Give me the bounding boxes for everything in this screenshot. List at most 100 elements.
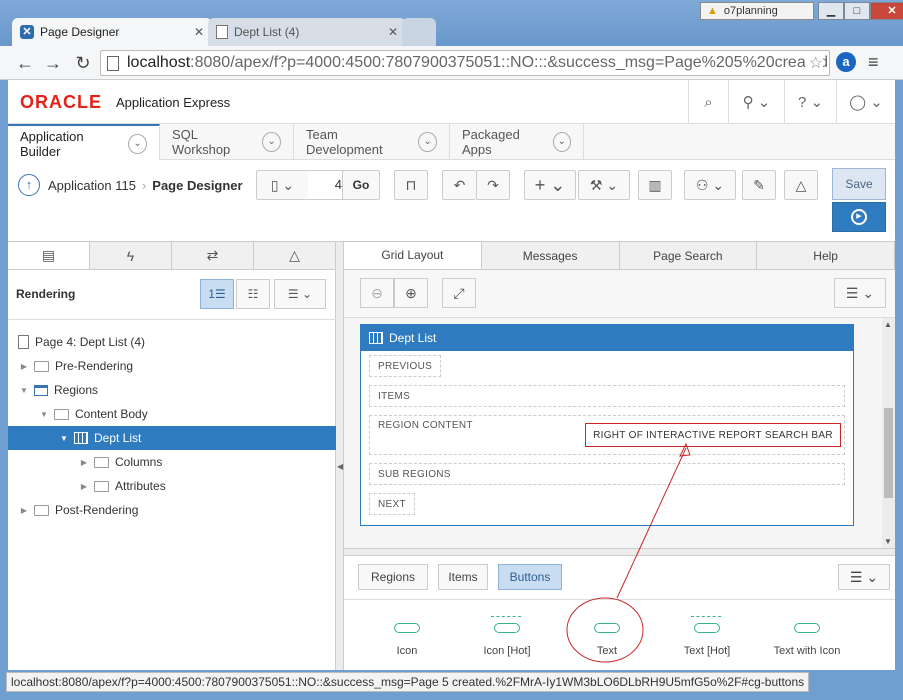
vertical-splitter[interactable]: ◀ — [336, 242, 344, 670]
tree-node-content-body[interactable]: ▼ Content Body — [8, 402, 336, 426]
minimize-button[interactable]: ▁ — [818, 2, 844, 20]
chevron-down-icon[interactable]: ▼ — [58, 434, 70, 443]
tab-rendering[interactable]: ▤ — [8, 242, 90, 269]
page-finder-button[interactable]: ▯ ⌄ — [256, 170, 308, 200]
tree-menu-button[interactable]: ☰ ⌄ — [274, 279, 326, 309]
extension-icon[interactable]: a — [836, 52, 856, 72]
run-page-button[interactable]: ▶ — [832, 202, 886, 232]
shared-components-icon[interactable]: △ — [784, 170, 818, 200]
breadcrumb-application[interactable]: Application 115 — [48, 178, 136, 193]
zoom-in-icon[interactable]: ⊕ — [394, 278, 428, 308]
comments-icon[interactable]: ✎ — [742, 170, 776, 200]
gallery-tab-regions[interactable]: Regions — [358, 564, 428, 590]
horizontal-splitter[interactable] — [344, 548, 895, 556]
user-menu-button[interactable]: ◯ ⌄ — [836, 80, 895, 124]
chevron-down-icon[interactable]: ▼ — [18, 386, 30, 395]
team-dev-button[interactable]: ⚇ ⌄ — [684, 170, 736, 200]
administration-menu-button[interactable]: ⚲ ⌄ — [728, 80, 784, 124]
breadcrumb: ↑ Application 115 › Page Designer — [18, 174, 243, 196]
browser-tab-page-designer[interactable]: ✕ Page Designer ✕ — [12, 18, 212, 46]
tree-node-page[interactable]: Page 4: Dept List (4) — [8, 330, 336, 354]
window-user-badge[interactable]: ▲ o7planning — [700, 2, 814, 20]
arrow-up-icon[interactable]: ↑ — [18, 174, 40, 196]
chevron-right-icon[interactable]: ▶ — [78, 482, 90, 491]
position-sub-regions[interactable]: SUB REGIONS — [369, 463, 845, 485]
forward-arrow-icon[interactable]: → — [42, 52, 64, 74]
redo-icon[interactable]: ↷ — [476, 170, 510, 200]
position-items[interactable]: ITEMS — [369, 385, 845, 407]
tab-sql-workshop[interactable]: SQL Workshop ⌄ — [160, 124, 294, 160]
chevron-right-icon[interactable]: ▶ — [18, 362, 30, 371]
scroll-down-icon[interactable]: ▼ — [884, 537, 892, 546]
tab-application-builder[interactable]: Application Builder ⌄ — [8, 124, 160, 161]
region-dept-list[interactable]: Dept List PREVIOUS ITEMS REGION CONTENT … — [360, 324, 854, 526]
zoom-out-icon[interactable]: ⊖ — [360, 278, 394, 308]
chevron-down-icon[interactable]: ▼ — [38, 410, 50, 419]
tree-node-columns[interactable]: ▶ Columns — [8, 450, 336, 474]
search-icon[interactable]: ⌕ — [688, 80, 728, 124]
chevron-down-icon[interactable]: ⌄ — [418, 132, 437, 152]
gallery-tab-buttons[interactable]: Buttons — [498, 564, 562, 590]
tree-node-attributes[interactable]: ▶ Attributes — [8, 474, 336, 498]
tree-node-pre-rendering[interactable]: ▶ Pre-Rendering — [8, 354, 336, 378]
gallery-tab-items[interactable]: Items — [438, 564, 488, 590]
tab-dynamic-actions[interactable]: ϟ — [90, 242, 172, 269]
region-header[interactable]: Dept List — [361, 325, 853, 351]
tab-grid-layout[interactable]: Grid Layout — [344, 242, 482, 269]
grid-scrollbar[interactable]: ▲ ▼ — [882, 318, 895, 548]
bookmark-star-icon[interactable]: ☆ — [804, 53, 823, 73]
grid-menu-button[interactable]: ☰ ⌄ — [834, 278, 886, 308]
help-menu-button[interactable]: ? ⌄ — [784, 80, 836, 124]
scroll-up-icon[interactable]: ▲ — [884, 320, 892, 329]
lock-icon[interactable]: ⊓ — [394, 170, 428, 200]
gallery-button-text-hot[interactable]: Text [Hot] — [652, 600, 762, 670]
group-by-processing-order-button[interactable]: 1☰ — [200, 279, 234, 309]
tab-help[interactable]: Help — [757, 242, 895, 269]
tab-shared-components[interactable]: △ — [254, 242, 336, 269]
gallery-menu-button[interactable]: ☰ ⌄ — [838, 564, 890, 590]
tree-node-dept-list[interactable]: ▼ Dept List — [8, 426, 336, 450]
collapse-left-icon[interactable]: ◀ — [337, 462, 343, 471]
position-right-of-search-bar[interactable]: RIGHT OF INTERACTIVE REPORT SEARCH BAR — [585, 423, 841, 447]
chevron-down-icon[interactable]: ⌄ — [262, 132, 281, 152]
tab-page-search[interactable]: Page Search — [620, 242, 758, 269]
tab-processing[interactable]: ⇄ — [172, 242, 254, 269]
maximize-button[interactable]: □ — [844, 2, 870, 20]
chevron-down-icon[interactable]: ⌄ — [128, 133, 147, 154]
save-button[interactable]: Save — [832, 168, 886, 200]
close-window-button[interactable]: ✕ — [870, 2, 903, 20]
browser-menu-icon[interactable]: ≡ — [868, 52, 879, 73]
expand-icon[interactable]: ⤢ — [442, 278, 476, 308]
close-icon[interactable]: ✕ — [194, 25, 204, 39]
layout-icon[interactable]: ▥ — [638, 170, 672, 200]
reload-icon[interactable]: ↻ — [72, 52, 94, 74]
url-input[interactable]: localhost:8080/apex/f?p=4000:4500:780790… — [100, 50, 830, 76]
position-previous[interactable]: PREVIOUS — [369, 355, 442, 377]
close-icon[interactable]: ✕ — [388, 25, 398, 39]
scrollbar-thumb[interactable] — [884, 408, 893, 498]
gallery-button-text-with-icon[interactable]: Text with Icon — [752, 600, 862, 670]
play-icon: ▶ — [851, 209, 867, 225]
tree-node-post-rendering[interactable]: ▶ Post-Rendering — [8, 498, 336, 522]
gallery-button-icon-hot[interactable]: Icon [Hot] — [452, 600, 562, 670]
chevron-right-icon[interactable]: ▶ — [78, 458, 90, 467]
chevron-right-icon[interactable]: ▶ — [18, 506, 30, 515]
tab-packaged-apps[interactable]: Packaged Apps ⌄ — [450, 124, 584, 160]
back-arrow-icon[interactable]: ← — [14, 52, 36, 74]
create-menu-button[interactable]: + ⌄ — [524, 170, 576, 200]
go-button[interactable]: Go — [342, 170, 380, 200]
tree-node-label: Dept List — [94, 431, 142, 445]
chevron-down-icon[interactable]: ⌄ — [552, 132, 571, 152]
browser-tab-dept-list[interactable]: Dept List (4) ✕ — [208, 18, 406, 46]
position-next[interactable]: NEXT — [369, 493, 415, 515]
gallery-button-icon[interactable]: Icon — [352, 600, 462, 670]
tree-node-regions[interactable]: ▼ Regions — [8, 378, 336, 402]
group-by-component-type-button[interactable]: ☷ — [236, 279, 270, 309]
tab-messages[interactable]: Messages — [482, 242, 620, 269]
new-tab-button[interactable] — [402, 18, 436, 46]
gallery-button-text[interactable]: Text — [552, 600, 662, 670]
interactive-report-icon — [74, 432, 88, 444]
undo-icon[interactable]: ↶ — [442, 170, 476, 200]
utilities-wrench-button[interactable]: ⚒ ⌄ — [578, 170, 630, 200]
tab-team-development[interactable]: Team Development ⌄ — [294, 124, 450, 160]
